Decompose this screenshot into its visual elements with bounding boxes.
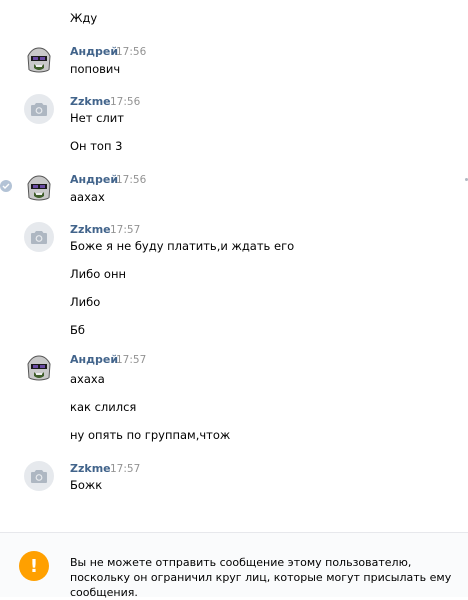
author-link[interactable]: Zzkme xyxy=(70,223,111,236)
message-time[interactable]: 17:56 xyxy=(116,174,146,186)
author-link[interactable]: Zzkme xyxy=(70,462,111,475)
message-text: Либо xyxy=(70,295,101,309)
camera-icon xyxy=(31,469,47,483)
message-text: аахах xyxy=(70,190,105,204)
avatar-image xyxy=(24,44,54,74)
avatar-image xyxy=(24,352,54,382)
message-time[interactable]: 17:57 xyxy=(110,463,140,475)
message-text: Бб xyxy=(70,323,85,337)
camera-icon xyxy=(31,230,47,244)
notice-text: Вы не можете отправить сообщение этому п… xyxy=(70,556,452,599)
message-time[interactable]: 17:57 xyxy=(110,224,140,236)
avatar-andrey[interactable] xyxy=(24,352,54,382)
avatar-andrey[interactable] xyxy=(24,44,54,74)
camera-icon xyxy=(31,102,47,116)
avatar-image xyxy=(24,172,54,202)
message-text: как слился xyxy=(70,400,137,414)
message-text: ахаха xyxy=(70,372,105,386)
avatar-zzkme[interactable] xyxy=(24,222,54,252)
avatar-zzkme[interactable] xyxy=(24,94,54,124)
author-link[interactable]: Zzkme xyxy=(70,95,111,108)
author-link[interactable]: Андрей xyxy=(70,45,118,58)
avatar-zzkme[interactable] xyxy=(24,461,54,491)
message-text: Либо онн xyxy=(70,267,126,281)
message-text: Жду xyxy=(70,11,98,25)
author-link[interactable]: Андрей xyxy=(70,173,118,186)
message-history: Жду Андрей 17:56 попович Zzkme 17:56 Нет… xyxy=(0,0,468,532)
message-text: Божк xyxy=(70,478,103,492)
write-restriction-notice: ! Вы не можете отправить сообщение этому… xyxy=(0,533,468,599)
message-text: попович xyxy=(70,62,121,76)
message-text: ну опять по группам,чтож xyxy=(70,428,231,442)
avatar-andrey[interactable] xyxy=(24,172,54,202)
message-text: Боже я не буду платить,и ждать его xyxy=(70,239,295,253)
author-link[interactable]: Андрей xyxy=(70,353,118,366)
message-time[interactable]: 17:56 xyxy=(110,96,140,108)
message-text: Нет слит xyxy=(70,111,124,125)
message-time[interactable]: 17:57 xyxy=(116,354,146,366)
message-text: Он топ 3 xyxy=(70,139,123,153)
message-time[interactable]: 17:56 xyxy=(116,46,146,58)
checkmark-icon[interactable] xyxy=(0,180,12,192)
exclamation-icon: ! xyxy=(19,551,49,581)
